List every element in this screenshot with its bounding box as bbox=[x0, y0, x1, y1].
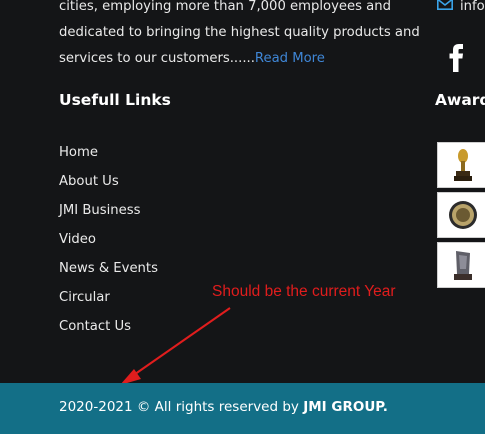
brand-name[interactable]: JMI GROUP. bbox=[303, 399, 388, 415]
email-link[interactable]: info bbox=[460, 0, 485, 20]
about-line-2: dedicated to bringing the highest qualit… bbox=[59, 25, 420, 40]
link-video[interactable]: Video bbox=[59, 230, 158, 259]
award-thumb-crystal[interactable] bbox=[437, 242, 485, 288]
about-line-3-text: services to our customers...... bbox=[59, 51, 255, 66]
link-jmi-business[interactable]: JMI Business bbox=[59, 201, 158, 230]
crystal-award-icon bbox=[454, 251, 472, 280]
copyright-text: 2020-2021 © All rights reserved by JMI G… bbox=[59, 397, 388, 417]
read-more-link[interactable]: Read More bbox=[255, 51, 325, 66]
medal-award-icon bbox=[449, 201, 477, 229]
annotation-arrow-icon bbox=[120, 307, 231, 385]
link-news-events[interactable]: News & Events bbox=[59, 259, 158, 288]
award-thumb-medal[interactable] bbox=[437, 192, 485, 238]
footer-page: cities, employing more than 7,000 employ… bbox=[0, 0, 485, 434]
copyright-label: 2020-2021 © All rights reserved by bbox=[59, 399, 304, 415]
about-line-3: services to our customers......Read More bbox=[59, 46, 404, 72]
annotation-note: Should be the current Year bbox=[212, 283, 396, 300]
copyright-bar: 2020-2021 © All rights reserved by JMI G… bbox=[0, 383, 485, 434]
useful-links-title: Usefull Links bbox=[59, 91, 171, 109]
facebook-icon[interactable] bbox=[446, 44, 466, 72]
award-thumb-trophy[interactable] bbox=[437, 142, 485, 188]
about-line-1: cities, employing more than 7,000 employ… bbox=[59, 0, 391, 14]
link-home[interactable]: Home bbox=[59, 143, 158, 172]
trophy-award-icon bbox=[454, 149, 472, 181]
awards-title: Award bbox=[435, 91, 485, 109]
link-about-us[interactable]: About Us bbox=[59, 172, 158, 201]
mail-icon bbox=[437, 0, 453, 10]
about-paragraph: cities, employing more than 7,000 employ… bbox=[59, 0, 420, 72]
